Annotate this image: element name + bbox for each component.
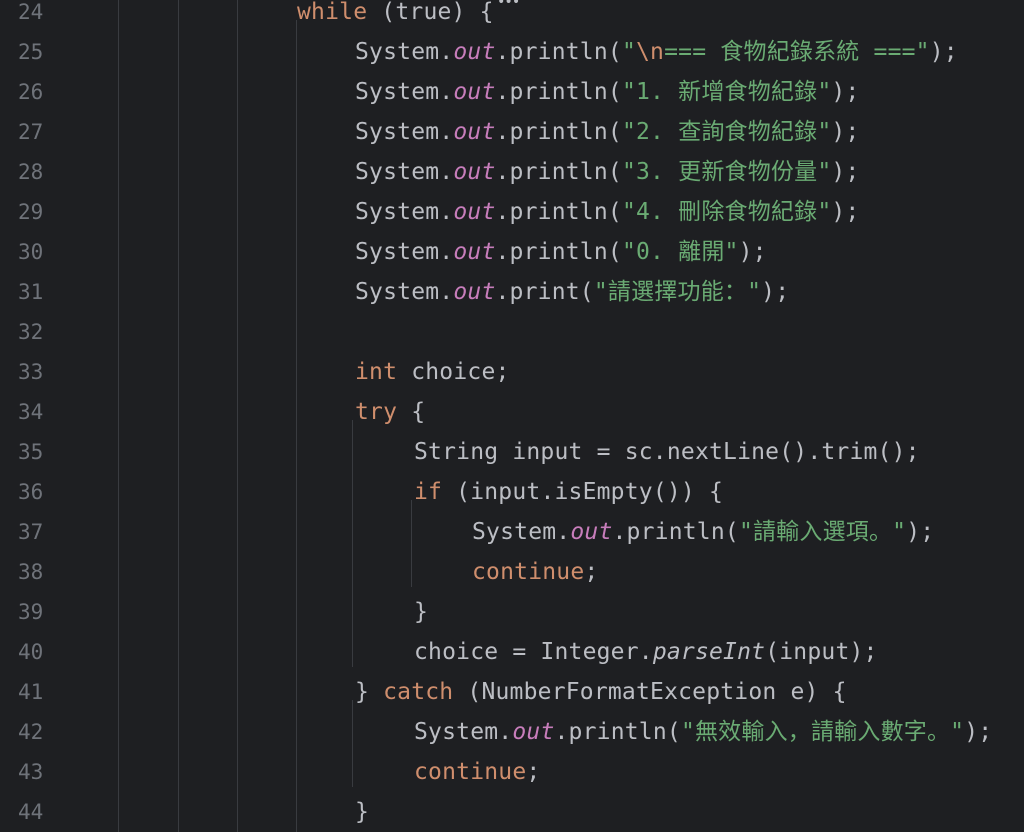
code-token-plain: ; [526, 759, 541, 785]
code-token-static: parseInt [652, 639, 766, 665]
code-line[interactable]: continue; [472, 552, 598, 592]
code-token-kw: try [355, 399, 398, 425]
code-token-plain: String input = sc.nextLine().trim(); [414, 439, 920, 465]
code-token-kw: while [297, 0, 368, 25]
code-token-plain: ); [761, 279, 790, 305]
indent-guide [118, 0, 119, 832]
code-token-plain: .println( [495, 119, 622, 145]
code-token-plain: ); [929, 39, 958, 65]
code-token-plain: System. [355, 79, 454, 105]
code-token-plain: .println( [495, 159, 622, 185]
code-line[interactable]: System.out.println("請輸入選項。"); [472, 512, 934, 552]
code-line[interactable]: } catch (NumberFormatException e) { [355, 672, 847, 712]
code-token-kw: int [355, 359, 398, 385]
indent-guide [352, 420, 353, 667]
code-line[interactable]: String input = sc.nextLine().trim(); [414, 432, 920, 472]
code-token-plain: ; [584, 559, 599, 585]
code-token-plain: ); [831, 159, 860, 185]
indent-guide [411, 500, 412, 587]
code-token-plain: } [355, 799, 370, 825]
code-token-plain: choice = Integer. [414, 639, 653, 665]
code-token-plain: ); [906, 519, 935, 545]
code-line[interactable]: if (input.isEmpty()) { [414, 472, 723, 512]
indent-guide [178, 0, 179, 832]
code-token-field: out [453, 279, 496, 305]
code-token-plain: System. [472, 519, 571, 545]
code-token-str: "請輸入選項。" [738, 519, 907, 545]
code-token-plain: ); [831, 199, 860, 225]
code-token-plain: .println( [495, 79, 622, 105]
code-token-plain: (input); [765, 639, 878, 665]
code-token-field: out [453, 239, 496, 265]
code-token-plain: System. [414, 719, 513, 745]
code-token-plain: { [397, 399, 426, 425]
code-token-str: "請選擇功能：" [593, 279, 762, 305]
code-token-plain: (NumberFormatException e) { [453, 679, 847, 705]
code-token-field: out [453, 39, 496, 65]
code-token-str: "3. 更新食物份量" [621, 159, 832, 185]
code-token-str: "4. 刪除食物紀錄" [621, 199, 832, 225]
code-token-plain: System. [355, 239, 454, 265]
code-token-field: out [453, 199, 496, 225]
code-area[interactable]: while (true) {System.out.println("\n=== … [0, 0, 1024, 832]
code-token-plain: .println( [495, 39, 622, 65]
code-token-str: "0. 離開" [621, 239, 739, 265]
code-editor[interactable]: 24 25 26 27 28 29 30 31 32 33 34 35 36 37 38 39 40 41 42 43… [0, 0, 1024, 832]
fold-marker-icon[interactable]: ••• [497, 0, 520, 10]
code-line[interactable]: continue; [414, 752, 540, 792]
code-token-plain: ); [831, 79, 860, 105]
code-line[interactable]: choice = Integer.parseInt(input); [414, 632, 878, 672]
code-line[interactable]: System.out.println("\n=== 食物紀錄系統 ==="); [355, 32, 958, 72]
code-line[interactable]: while (true) { [297, 0, 494, 32]
code-line[interactable]: System.out.println("4. 刪除食物紀錄"); [355, 192, 859, 232]
code-line[interactable]: } [355, 792, 369, 832]
code-token-field: out [512, 719, 555, 745]
code-token-field: out [453, 159, 496, 185]
indent-guide [237, 0, 238, 832]
code-token-str: "1. 新增食物紀錄" [621, 79, 832, 105]
code-token-str: === 食物紀錄系統 ===" [664, 39, 930, 65]
code-line[interactable]: } [414, 592, 428, 632]
code-token-plain: System. [355, 279, 454, 305]
code-line[interactable]: System.out.print("請選擇功能："); [355, 272, 789, 312]
code-token-str: " [621, 39, 636, 65]
code-token-plain: } [355, 679, 384, 705]
code-token-plain: System. [355, 119, 454, 145]
code-token-plain: System. [355, 199, 454, 225]
code-token-str: "無效輸入，請輸入數字。" [680, 719, 965, 745]
code-token-plain: .println( [495, 199, 622, 225]
code-token-field: out [453, 79, 496, 105]
code-line[interactable]: int choice; [355, 352, 510, 392]
code-token-plain: .println( [554, 719, 681, 745]
code-token-plain: .print( [495, 279, 594, 305]
code-line[interactable]: System.out.println("0. 離開"); [355, 232, 767, 272]
indent-guide [352, 700, 353, 787]
code-token-plain: (true) { [367, 0, 494, 25]
code-token-str: "2. 查詢食物紀錄" [621, 119, 832, 145]
code-line[interactable]: System.out.println("3. 更新食物份量"); [355, 152, 859, 192]
code-token-plain: .println( [612, 519, 739, 545]
code-token-kw: continue [414, 759, 527, 785]
code-token-plain: ); [964, 719, 993, 745]
code-token-escape: \n [636, 39, 665, 65]
code-token-plain: ); [738, 239, 767, 265]
code-line[interactable]: System.out.println("2. 查詢食物紀錄"); [355, 112, 859, 152]
code-line[interactable]: System.out.println("無效輸入，請輸入數字。"); [414, 712, 992, 752]
code-token-kw: catch [383, 679, 454, 705]
code-token-plain: choice; [397, 359, 510, 385]
code-token-plain: System. [355, 159, 454, 185]
code-token-field: out [570, 519, 613, 545]
code-token-kw: continue [472, 559, 585, 585]
code-token-plain: (input.isEmpty()) { [442, 479, 724, 505]
code-token-plain: } [414, 599, 429, 625]
code-token-field: out [453, 119, 496, 145]
code-line[interactable]: System.out.println("1. 新增食物紀錄"); [355, 72, 859, 112]
code-token-plain: System. [355, 39, 454, 65]
code-line[interactable]: try { [355, 392, 425, 432]
code-token-plain: ); [831, 119, 860, 145]
code-token-plain: .println( [495, 239, 622, 265]
indent-guide [296, 20, 297, 832]
code-token-kw: if [414, 479, 443, 505]
